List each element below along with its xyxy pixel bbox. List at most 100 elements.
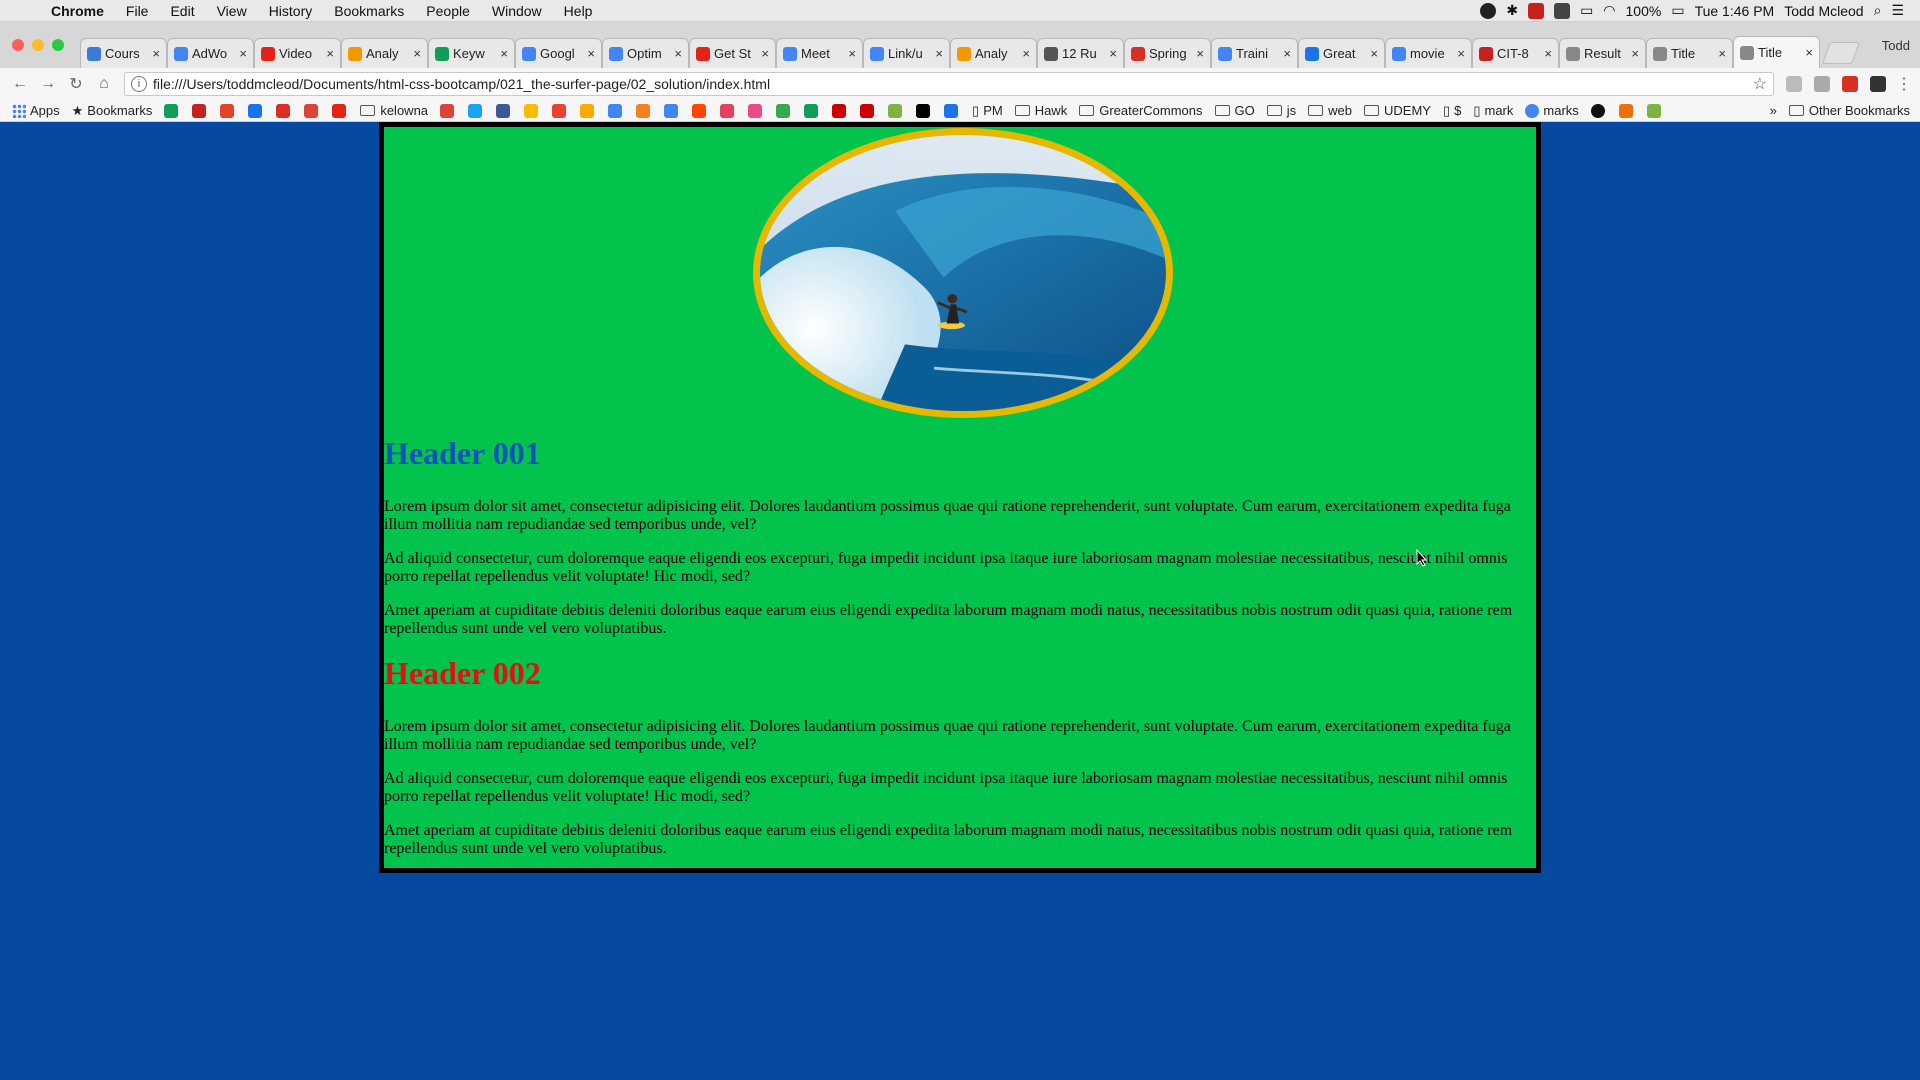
tab-close-icon[interactable]: × [587,46,595,61]
bookmark-favicon-icon[interactable] [304,103,319,118]
menu-file[interactable]: File [115,3,160,19]
tab-close-icon[interactable]: × [935,46,943,61]
bookmark-icon[interactable] [1618,103,1633,118]
menu-edit[interactable]: Edit [159,3,205,19]
bookmark-other-bookmarks[interactable]: Other Bookmarks [1788,103,1910,118]
battery-icon[interactable]: ▭ [1671,2,1684,19]
browser-tab[interactable]: Analy × [950,38,1037,68]
tab-close-icon[interactable]: × [1631,46,1639,61]
bookmark-favicon-icon[interactable] [496,103,511,118]
browser-tab[interactable]: Title × [1646,38,1733,68]
new-tab-button[interactable] [1821,42,1861,64]
bookmark-star-icon[interactable]: ☆ [1753,74,1767,94]
bookmark-favicon-icon[interactable] [860,103,875,118]
menu-history[interactable]: History [258,3,324,19]
bookmark-favicon-icon[interactable] [944,103,959,118]
bookmark-favicon-icon[interactable] [664,103,679,118]
close-window-button[interactable] [12,39,24,51]
browser-tab[interactable]: Keyw × [428,38,515,68]
bookmark-pm[interactable]: ▯ PM [972,103,1003,119]
info-icon[interactable]: i [131,76,147,92]
forward-arrow-icon[interactable]: → [34,75,62,93]
browser-tab[interactable]: movie × [1385,38,1472,68]
bookmark-favicon-icon[interactable] [636,103,651,118]
bookmark-kelowna[interactable]: kelowna [360,103,428,118]
bookmark-favicon-icon[interactable] [804,103,819,118]
browser-tab[interactable]: Cours × [80,38,167,68]
chrome-menu-icon[interactable]: ⋮ [1890,74,1918,94]
shield-icon[interactable] [1528,2,1545,19]
browser-tab[interactable]: Great × [1298,38,1385,68]
tab-close-icon[interactable]: × [674,46,682,61]
bookmark-favicon-icon[interactable] [332,103,347,118]
bluetooth-icon[interactable]: ✱ [1506,2,1518,19]
bookmark-favicon-icon[interactable] [692,103,707,118]
menu-chrome[interactable]: Chrome [40,3,115,19]
tab-close-icon[interactable]: × [152,46,160,61]
browser-tab[interactable]: Googl × [515,38,602,68]
extension-icon-2[interactable] [1814,76,1830,92]
more-bookmarks-chevron-icon[interactable]: » [1770,103,1777,118]
url-text[interactable]: file:///Users/toddmcleod/Documents/html-… [153,76,1753,92]
menu-bookmarks[interactable]: Bookmarks [323,3,415,19]
browser-tab[interactable]: Get St × [689,38,776,68]
bookmark-dollar[interactable]: ▯ $ [1443,103,1461,119]
bookmark-favicon-icon[interactable] [552,103,567,118]
reload-icon[interactable]: ↻ [62,74,90,94]
bookmark-favicon-icon[interactable] [776,103,791,118]
menu-help[interactable]: Help [553,3,604,19]
user-name[interactable]: Todd Mcleod [1784,3,1863,19]
maximize-window-button[interactable] [52,39,64,51]
bookmark-favicon-icon[interactable] [248,103,263,118]
bookmark-apps[interactable]: Apps [12,103,60,118]
airplay-icon[interactable]: ▭ [1580,2,1593,19]
tab-close-icon[interactable]: × [1109,46,1117,61]
menu-view[interactable]: View [206,3,258,19]
browser-tab[interactable]: Result × [1559,38,1646,68]
browser-tab[interactable]: Analy × [341,38,428,68]
bookmark-greatercommons[interactable]: GreaterCommons [1079,103,1203,118]
clock[interactable]: Tue 1:46 PM [1695,3,1775,19]
minimize-window-button[interactable] [32,39,44,51]
bookmark-favicon-icon[interactable] [580,103,595,118]
bookmark-web[interactable]: web [1308,103,1352,118]
tab-close-icon[interactable]: × [1544,46,1552,61]
tab-close-icon[interactable]: × [1196,46,1204,61]
tab-close-icon[interactable]: × [239,46,247,61]
back-arrow-icon[interactable]: ← [6,75,34,93]
menu-window[interactable]: Window [481,3,553,19]
bookmark-favicon-icon[interactable] [468,103,483,118]
bookmark-favicon-icon[interactable] [440,103,455,118]
bookmark-favicon-icon[interactable] [164,103,179,118]
bookmark-favicon-icon[interactable] [608,103,623,118]
bookmark-favicon-icon[interactable] [192,103,207,118]
tab-close-icon[interactable]: × [1022,46,1030,61]
bookmark-favicon-icon[interactable] [524,103,539,118]
status-app-icon[interactable] [1480,2,1497,19]
bookmark-icon[interactable] [1646,103,1661,118]
bookmark-favicon-icon[interactable] [220,103,235,118]
bookmark-go[interactable]: GO [1214,103,1255,118]
bookmark-favicon-icon[interactable] [916,103,931,118]
drive-icon[interactable] [1554,2,1571,19]
layers-icon[interactable] [1870,76,1886,92]
tab-close-icon[interactable]: × [1283,46,1291,61]
browser-tab[interactable]: Title × [1733,36,1820,68]
bookmark-favicon-icon[interactable] [748,103,763,118]
browser-tab[interactable]: Video × [254,38,341,68]
bookmark-marks[interactable]: marks [1525,103,1579,118]
bookmark-hawk[interactable]: Hawk [1014,103,1067,118]
tab-close-icon[interactable]: × [500,46,508,61]
browser-tab[interactable]: Meet × [776,38,863,68]
bookmark-js[interactable]: js [1266,103,1296,118]
browser-tab[interactable]: Link/u × [863,38,950,68]
tab-close-icon[interactable]: × [326,46,334,61]
bookmark-favicon-icon[interactable] [888,103,903,118]
browser-tab[interactable]: Traini × [1211,38,1298,68]
tab-close-icon[interactable]: × [1805,45,1813,60]
menu-people[interactable]: People [415,3,481,19]
browser-tab[interactable]: Optim × [602,38,689,68]
browser-tab[interactable]: 12 Ru × [1037,38,1124,68]
bookmark-favicon-icon[interactable] [720,103,735,118]
home-icon[interactable]: ⌂ [90,75,118,93]
